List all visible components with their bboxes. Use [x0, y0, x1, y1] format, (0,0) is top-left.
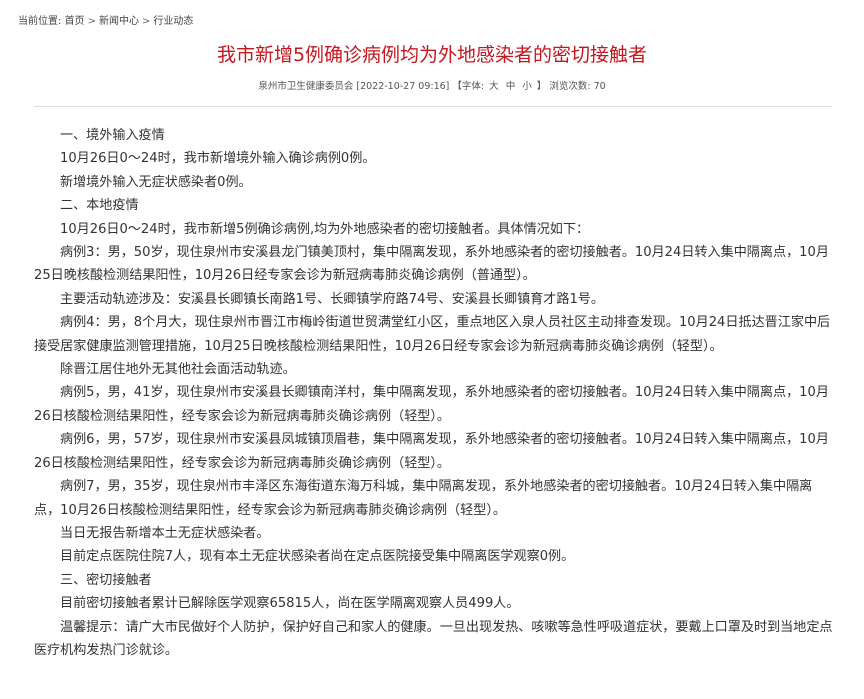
breadcrumb-industry-news-link[interactable]: 行业动态 — [153, 16, 193, 27]
body-paragraph: 病例4：男，8个月大，现住泉州市晋江市梅岭街道世贸满堂红小区，重点地区入泉人员社… — [34, 315, 831, 354]
font-size-medium-link[interactable]: 中 — [506, 81, 516, 92]
header-divider — [34, 106, 832, 107]
body-paragraph: 病例7，男，35岁，现住泉州市丰泽区东海街道东海万科城，集中隔离发现，系外地感染… — [34, 479, 813, 518]
view-count: 70 — [593, 81, 606, 92]
body-paragraph: 当日无报告新增本土无症状感染者。 — [60, 525, 270, 541]
view-count-label: 浏览次数: — [549, 81, 591, 92]
font-size-small-link[interactable]: 小 — [522, 81, 532, 92]
section-heading-close-contacts: 三、密切接触者 — [60, 572, 152, 588]
body-paragraph: 病例6，男，57岁，现住泉州市安溪县凤城镇顶眉巷，集中隔离发现，系外地感染者的密… — [34, 432, 829, 471]
body-paragraph: 病例5，男，41岁，现住泉州市安溪县长卿镇南洋村，集中隔离发现，系外地感染者的密… — [34, 385, 829, 424]
body-paragraph: 10月26日0～24时，我市新增5例确诊病例,均为外地感染者的密切接触者。具体情… — [60, 221, 590, 237]
font-size-label: 【字体: — [452, 81, 485, 92]
body-paragraph: 除晋江居住地外无其他社会面活动轨迹。 — [60, 362, 296, 378]
breadcrumb-label: 当前位置: — [18, 16, 62, 27]
body-paragraph: 温馨提示：请广大市民做好个人防护，保护好自己和家人的健康。一旦出现发热、咳嗽等急… — [34, 619, 833, 658]
body-paragraph: 新增境外输入无症状感染者0例。 — [60, 174, 252, 190]
section-heading-imported: 一、境外输入疫情 — [60, 128, 165, 143]
font-size-close: 】 — [536, 81, 547, 92]
article-title: 我市新增5例确诊病例均为外地感染者的密切接触者 — [216, 44, 648, 66]
breadcrumb-home-link[interactable]: 首页 — [65, 16, 85, 27]
body-paragraph: 10月26日0～24时，我市新增境外输入确诊病例0例。 — [60, 151, 376, 167]
breadcrumb-news-center-link[interactable]: 新闻中心 — [99, 16, 139, 27]
breadcrumb-separator: > — [141, 16, 151, 27]
article-source: 泉州市卫生健康委员会 — [258, 81, 354, 92]
body-paragraph: 目前密切接触者累计已解除医学观察65815人，尚在医学隔离观察人员499人。 — [60, 596, 520, 612]
font-size-large-link[interactable]: 大 — [489, 81, 499, 92]
breadcrumb: 当前位置: 首页 > 新闻中心 > 行业动态 — [18, 12, 193, 27]
section-heading-local: 二、本地疫情 — [60, 198, 139, 214]
article-meta: 泉州市卫生健康委员会 [2022-10-27 09:16] 【字体: 大 中 小… — [0, 78, 864, 92]
body-paragraph: 目前定点医院住院7人，现有本土无症状感染者尚在定点医院接受集中隔离医学观察0例。 — [60, 549, 575, 565]
article-body: 一、境外输入疫情 10月26日0～24时，我市新增境外输入确诊病例0例。 新增境… — [34, 124, 834, 662]
body-paragraph: 病例3：男，50岁，现住泉州市安溪县龙门镇美顶村，集中隔离发现，系外地感染者的密… — [34, 245, 829, 284]
article-datetime: [2022-10-27 09:16] — [356, 81, 450, 92]
body-paragraph: 主要活动轨迹涉及：安溪县长卿镇长南路1号、长卿镇学府路74号、安溪县长卿镇育才路… — [60, 291, 604, 307]
breadcrumb-separator: > — [87, 16, 96, 27]
